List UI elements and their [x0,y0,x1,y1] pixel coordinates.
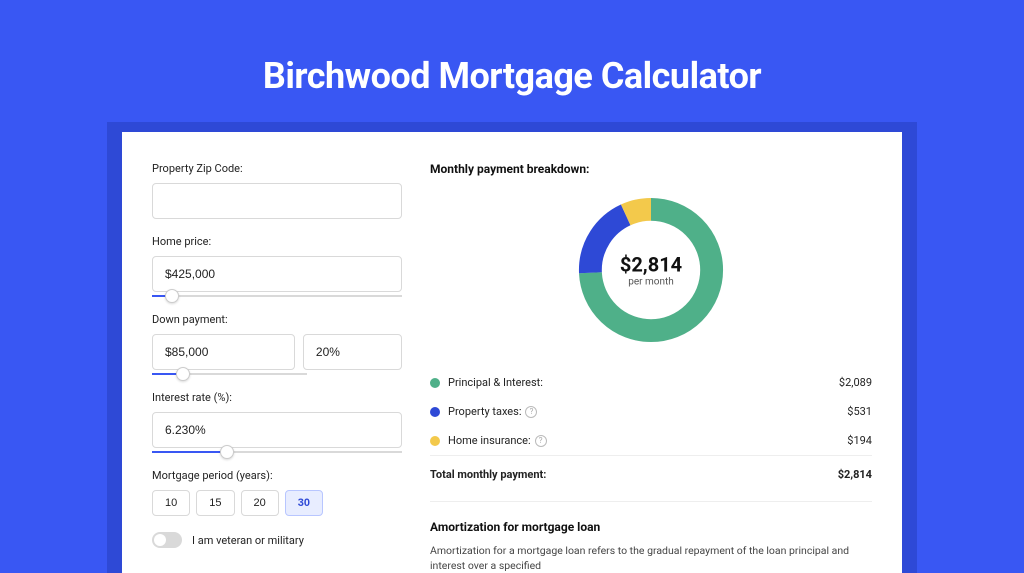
amortization-title: Amortization for mortgage loan [430,520,872,534]
zip-input[interactable] [152,183,402,219]
slider-thumb[interactable] [176,367,190,381]
home-price-label: Home price: [152,235,402,248]
info-icon[interactable]: ? [535,435,547,447]
legend-label: Principal & Interest: [448,376,839,389]
veteran-toggle[interactable] [152,532,182,548]
down-payment-row [152,334,402,370]
card-backdrop: Property Zip Code: Home price: Down paym… [107,122,917,573]
period-option-10[interactable]: 10 [152,490,190,516]
zip-label: Property Zip Code: [152,162,402,175]
legend-value: $2,089 [839,376,872,389]
donut-amount: $2,814 [620,253,682,277]
breakdown-legend: Principal & Interest:$2,089Property taxe… [430,368,872,455]
down-payment-field-group: Down payment: [152,313,402,375]
total-label: Total monthly payment: [430,468,838,481]
section-divider [430,501,872,502]
toggle-knob [154,534,166,546]
period-options: 1015 2030 [152,490,402,516]
legend-row: Principal & Interest:$2,089 [430,368,872,397]
veteran-toggle-row: I am veteran or military [152,532,402,548]
donut-center: $2,814 per month [620,253,682,288]
period-option-15[interactable]: 15 [196,490,234,516]
interest-field-group: Interest rate (%): [152,391,402,453]
down-payment-amount-input[interactable] [152,334,295,370]
donut-chart: $2,814 per month [571,190,731,350]
period-field-group: Mortgage period (years): 1015 2030 [152,469,402,516]
amortization-text: Amortization for a mortgage loan refers … [430,544,872,573]
legend-row: Property taxes:?$531 [430,397,872,426]
legend-value: $531 [847,405,872,418]
legend-label: Property taxes:? [448,405,847,418]
info-icon[interactable]: ? [525,406,537,418]
legend-swatch [430,407,440,417]
veteran-label: I am veteran or military [192,534,304,547]
interest-label: Interest rate (%): [152,391,402,404]
legend-row: Home insurance:?$194 [430,426,872,455]
period-option-20[interactable]: 20 [241,490,279,516]
legend-swatch [430,436,440,446]
down-payment-percent-input[interactable] [303,334,402,370]
down-payment-slider[interactable] [152,373,307,375]
breakdown-column: Monthly payment breakdown: $2,814 per mo… [430,162,872,573]
form-column: Property Zip Code: Home price: Down paym… [152,162,402,573]
slider-fill [152,451,227,453]
home-price-field-group: Home price: [152,235,402,297]
interest-slider[interactable] [152,451,402,453]
total-value: $2,814 [838,468,872,481]
down-payment-label: Down payment: [152,313,402,326]
page-title: Birchwood Mortgage Calculator [0,55,1024,97]
breakdown-title: Monthly payment breakdown: [430,162,872,176]
period-label: Mortgage period (years): [152,469,402,482]
legend-value: $194 [847,434,872,447]
slider-thumb[interactable] [220,445,234,459]
legend-swatch [430,378,440,388]
donut-sub: per month [620,277,682,288]
total-row: Total monthly payment: $2,814 [430,455,872,489]
legend-label: Home insurance:? [448,434,847,447]
hero: Birchwood Mortgage Calculator [0,0,1024,122]
slider-thumb[interactable] [165,289,179,303]
home-price-input[interactable] [152,256,402,292]
home-price-slider[interactable] [152,295,402,297]
period-option-30[interactable]: 30 [285,490,323,516]
interest-input[interactable] [152,412,402,448]
zip-field-group: Property Zip Code: [152,162,402,219]
calculator-card: Property Zip Code: Home price: Down paym… [122,132,902,573]
